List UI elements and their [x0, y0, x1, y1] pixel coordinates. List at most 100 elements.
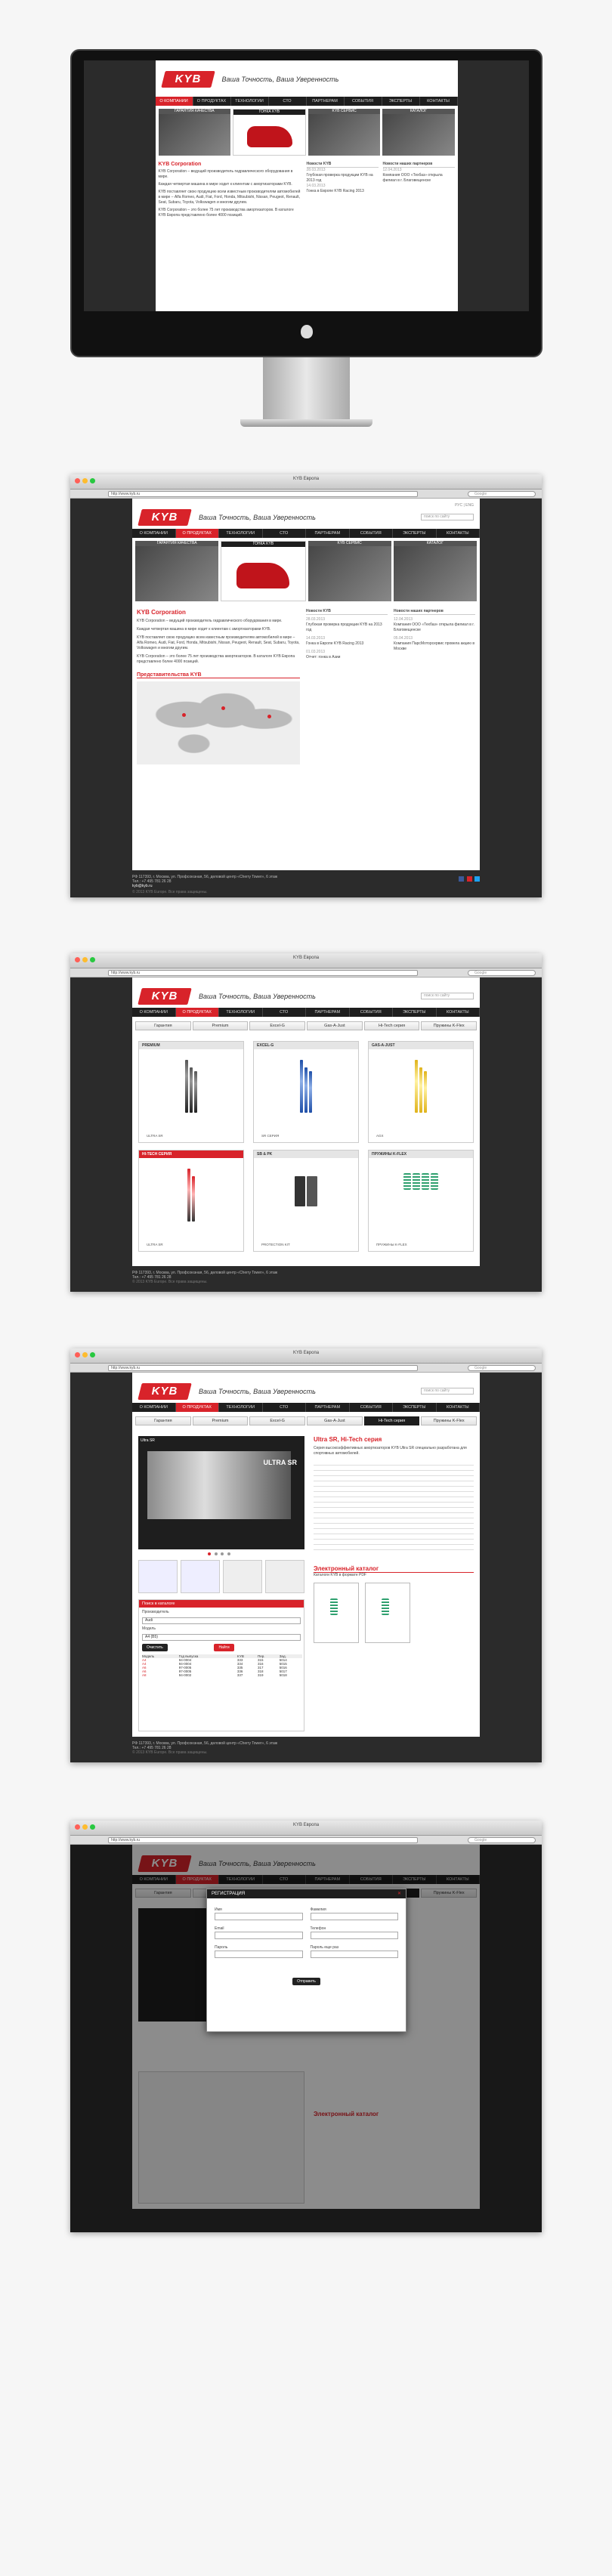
nav-item[interactable]: СОБЫТИЯ: [345, 97, 382, 106]
twitter-icon[interactable]: [474, 876, 480, 882]
news-link[interactable]: Глубокая проверка продукции KYB на 2013 …: [307, 173, 379, 184]
tab-hi-tech[interactable]: Hi-Tech серия: [363, 1021, 420, 1030]
manufacturer-select[interactable]: Audi: [142, 1617, 301, 1624]
carousel-dot[interactable]: [214, 1552, 218, 1555]
news-link[interactable]: Глубокая проверка продукции KYB на 2013 …: [306, 622, 388, 633]
nav-item[interactable]: О КОМПАНИИ: [132, 1403, 176, 1412]
modal-close-icon[interactable]: ✕: [397, 1891, 401, 1896]
submit-button[interactable]: Отправить: [292, 1978, 320, 1985]
nav-item[interactable]: ЭКСПЕРТЫ: [393, 529, 437, 538]
carousel-dot[interactable]: [221, 1552, 224, 1555]
thumb[interactable]: [265, 1560, 304, 1593]
news-link[interactable]: Компания ПарсМоторсервис провела акцию в…: [394, 641, 475, 652]
clear-button[interactable]: Очистить: [142, 1644, 168, 1651]
nav-item[interactable]: ПАРТНЕРАМ: [307, 97, 345, 106]
product-card[interactable]: HI-TECH СЕРИЯ ULTRA SR: [138, 1150, 244, 1252]
youtube-icon[interactable]: [466, 876, 472, 882]
kyb-logo[interactable]: KYB: [138, 1383, 192, 1400]
address-bar[interactable]: http://www.kyb.ru: [108, 970, 418, 976]
carousel-dot[interactable]: [208, 1552, 211, 1555]
tab-hi-tech[interactable]: Hi-Tech серия: [363, 1416, 420, 1425]
facebook-icon[interactable]: [459, 876, 465, 882]
nav-item[interactable]: О КОМПАНИИ: [155, 97, 193, 106]
tab-premium[interactable]: Premium: [192, 1416, 249, 1425]
section-race[interactable]: ГОНКА KYB: [232, 109, 306, 156]
tab-gas-a-just[interactable]: Gas-A-Just: [307, 1416, 363, 1425]
nav-item[interactable]: ТЕХНОЛОГИИ: [219, 1403, 263, 1412]
catalog-cover[interactable]: [314, 1583, 359, 1643]
nav-item[interactable]: О ПРОДУКТАХ: [175, 1403, 219, 1412]
tab-premium[interactable]: Premium: [192, 1021, 249, 1030]
nav-item[interactable]: ПАРТНЕРАМ: [306, 1403, 350, 1412]
first-name-input[interactable]: [215, 1913, 303, 1920]
map-pin-icon[interactable]: [267, 715, 271, 718]
section-catalog[interactable]: КАТАЛОГ: [382, 109, 455, 156]
tab-springs[interactable]: Пружины K-Flex: [421, 1021, 478, 1030]
tab-excel-g[interactable]: Excel-G: [249, 1416, 306, 1425]
nav-item[interactable]: СОБЫТИЯ: [350, 1403, 393, 1412]
nav-item[interactable]: ЭКСПЕРТЫ: [393, 1008, 437, 1017]
nav-item[interactable]: КОНТАКТЫ: [420, 97, 458, 106]
browser-search[interactable]: Google: [468, 970, 536, 976]
language-switch[interactable]: РУС | ENG: [455, 503, 474, 508]
tab-gas-a-just[interactable]: Gas-A-Just: [307, 1021, 363, 1030]
nav-item[interactable]: КОНТАКТЫ: [437, 1008, 480, 1017]
nav-item[interactable]: КОНТАКТЫ: [437, 1403, 480, 1412]
tab-excel-g[interactable]: Excel-G: [249, 1021, 306, 1030]
product-card[interactable]: GAS-A-JUST AGX: [368, 1041, 474, 1143]
address-bar[interactable]: http://www.kyb.ru: [108, 1365, 418, 1371]
password-input[interactable]: [215, 1951, 303, 1958]
password-confirm-input[interactable]: [310, 1951, 398, 1958]
kyb-logo[interactable]: KYB: [138, 509, 192, 526]
browser-search[interactable]: Google: [468, 491, 536, 497]
model-select[interactable]: A4 (B5): [142, 1634, 301, 1641]
section-quality[interactable]: ГАРАНТИЯ КАЧЕСТВА: [135, 541, 219, 601]
tab-warranty[interactable]: Гарантия: [135, 1021, 191, 1030]
nav-item[interactable]: О КОМПАНИИ: [132, 1008, 176, 1017]
product-card[interactable]: SB & PK PROTECTION KIT: [253, 1150, 359, 1252]
kyb-logo[interactable]: KYB: [160, 71, 215, 88]
nav-item[interactable]: ТЕХНОЛОГИИ: [231, 97, 269, 106]
kyb-logo[interactable]: KYB: [138, 988, 192, 1005]
email-input[interactable]: [215, 1932, 303, 1939]
nav-item[interactable]: ЭКСПЕРТЫ: [382, 97, 420, 106]
nav-item[interactable]: ТЕХНОЛОГИИ: [219, 1008, 263, 1017]
section-service[interactable]: KYB СЕРВИС: [308, 541, 391, 601]
section-race[interactable]: ГОНКА KYB: [221, 541, 306, 601]
nav-item[interactable]: О ПРОДУКТАХ: [175, 529, 219, 538]
site-search-input[interactable]: поиск по сайту: [421, 993, 474, 999]
nav-item[interactable]: СТО: [263, 1403, 306, 1412]
news-link[interactable]: Отчет: гонка в Азии: [306, 655, 388, 660]
map-pin-icon[interactable]: [221, 706, 226, 710]
nav-item[interactable]: СТО: [263, 529, 306, 538]
news-link[interactable]: Компания ООО «Техбаз» открыла филиал в г…: [394, 622, 475, 633]
site-search-input[interactable]: поиск по сайту: [421, 1388, 474, 1395]
nav-item[interactable]: ПАРТНЕРАМ: [306, 529, 350, 538]
nav-item[interactable]: О ПРОДУКТАХ: [193, 97, 231, 106]
product-card[interactable]: ПРУЖИНЫ K-FLEX ПРУЖИНЫ K-FLEX: [368, 1150, 474, 1252]
product-card[interactable]: PREMIUM ULTRA SR: [138, 1041, 244, 1143]
last-name-input[interactable]: [310, 1913, 398, 1920]
nav-item[interactable]: ТЕХНОЛОГИИ: [219, 529, 263, 538]
nav-item[interactable]: О ПРОДУКТАХ: [175, 1008, 219, 1017]
browser-search[interactable]: Google: [468, 1365, 536, 1371]
section-quality[interactable]: ГАРАНТИЯ КАЧЕСТВА: [158, 109, 230, 156]
news-link[interactable]: Компания ООО «Техбаз» открыла филиал в г…: [383, 173, 455, 184]
table-row[interactable]: A8 94-0002 337 319 5018: [142, 1673, 302, 1677]
find-button[interactable]: Найти: [214, 1644, 234, 1651]
tab-springs[interactable]: Пружины K-Flex: [421, 1416, 478, 1425]
nav-item[interactable]: ПАРТНЕРАМ: [306, 1008, 350, 1017]
address-bar[interactable]: http://www.kyb.ru: [108, 491, 418, 497]
nav-item[interactable]: СТО: [263, 1008, 306, 1017]
nav-item[interactable]: О КОМПАНИИ: [132, 529, 176, 538]
thumb[interactable]: [138, 1560, 178, 1593]
thumb[interactable]: [223, 1560, 262, 1593]
section-catalog[interactable]: КАТАЛОГ: [393, 541, 477, 601]
nav-item[interactable]: КОНТАКТЫ: [437, 529, 480, 538]
footer-email[interactable]: kyb@kyb.ru: [132, 884, 480, 888]
news-link[interactable]: Гонка в Европе KYB Racing 2013: [307, 189, 379, 194]
phone-input[interactable]: [310, 1932, 398, 1939]
carousel-dot[interactable]: [227, 1552, 231, 1555]
product-card[interactable]: EXCEL-G SR СЕРИЯ: [253, 1041, 359, 1143]
catalog-cover[interactable]: [365, 1583, 410, 1643]
